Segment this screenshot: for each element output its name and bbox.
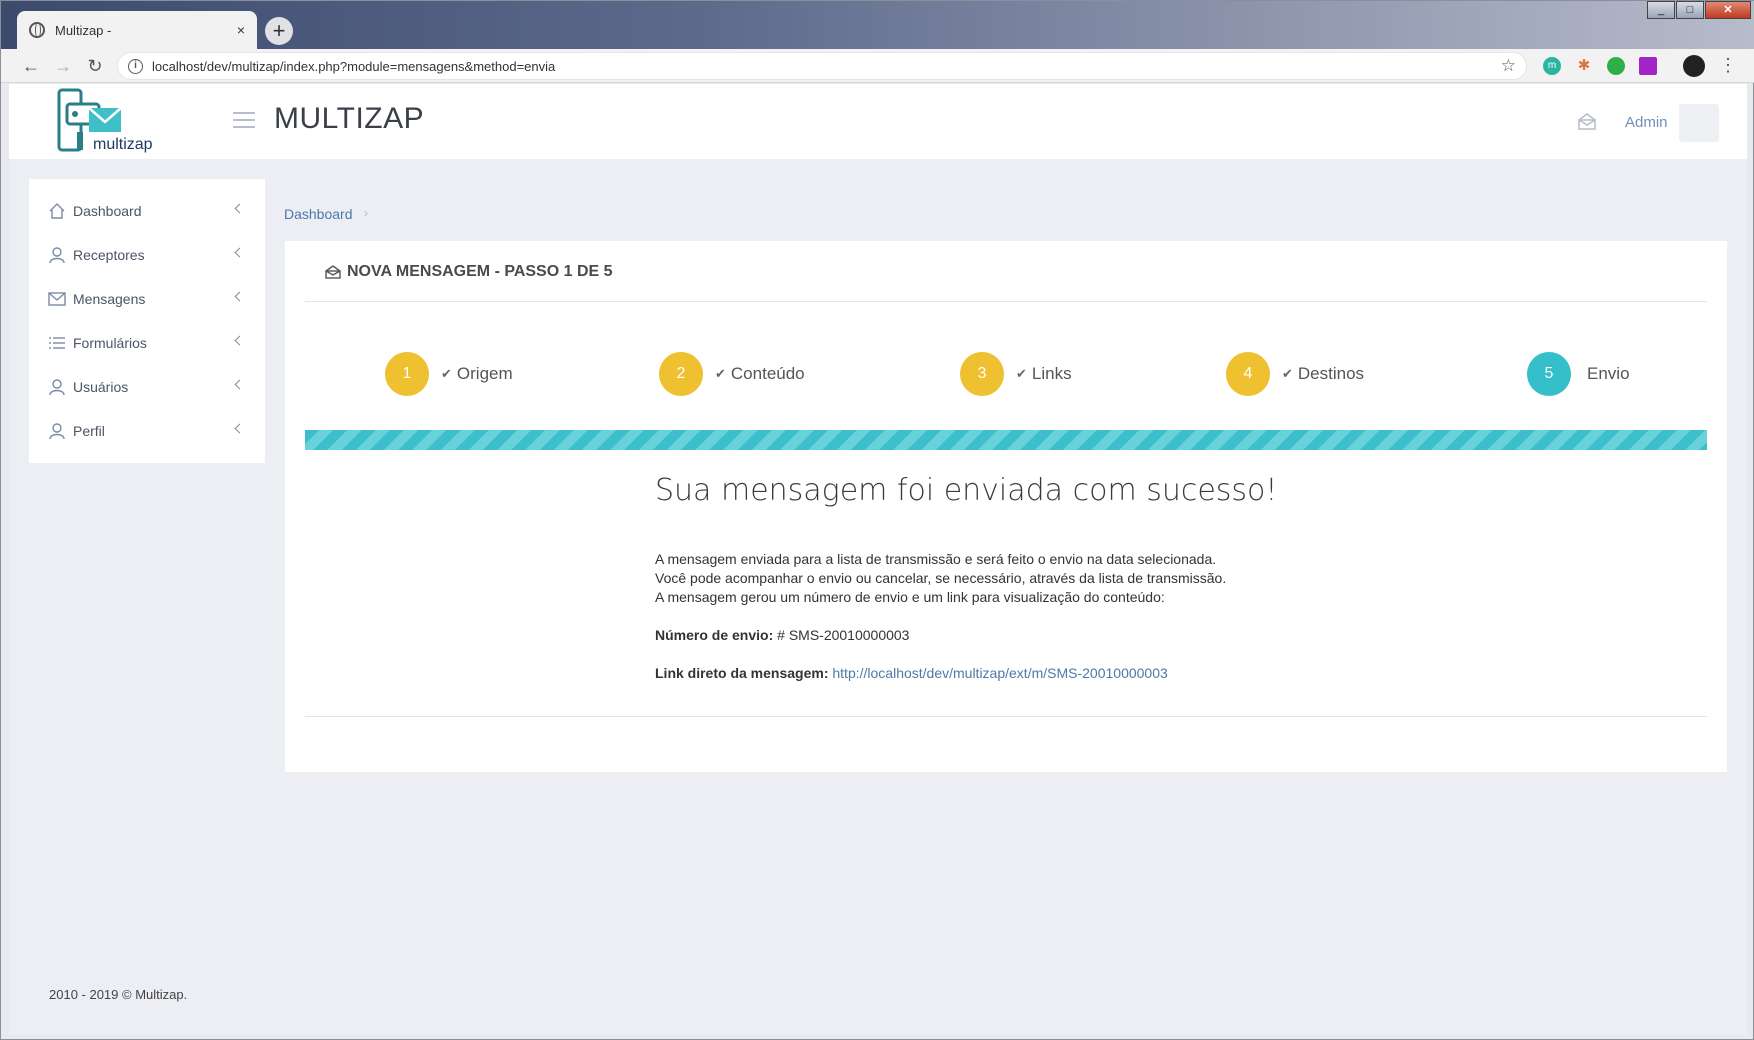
home-icon xyxy=(47,201,67,221)
sidebar-item-label: Mensagens xyxy=(73,291,146,307)
globe-icon xyxy=(29,22,45,38)
sidebar-item-mensagens[interactable]: Mensagens xyxy=(29,277,265,321)
step-conteudo[interactable]: 2 ✔ Conteúdo xyxy=(659,352,805,396)
browser-window: Multizap - × + _ □ ✕ ← → ↻ i localhost/d… xyxy=(0,0,1754,1040)
step-number: 1 xyxy=(385,352,429,396)
info-line: A mensagem enviada para a lista de trans… xyxy=(655,551,1217,567)
chevron-left-icon xyxy=(234,379,245,390)
chevron-left-icon xyxy=(234,291,245,302)
check-icon: ✔ xyxy=(715,366,726,381)
step-origem[interactable]: 1 ✔ Origem xyxy=(385,352,513,396)
step-number: 5 xyxy=(1527,352,1571,396)
bookmark-star-icon[interactable]: ☆ xyxy=(1501,56,1516,76)
breadcrumb-dashboard[interactable]: Dashboard xyxy=(284,206,353,222)
divider xyxy=(305,716,1707,717)
close-window-button[interactable]: ✕ xyxy=(1705,1,1751,19)
browser-toolbar: ← → ↻ i localhost/dev/multizap/index.php… xyxy=(1,49,1754,83)
step-destinos[interactable]: 4 ✔ Destinos xyxy=(1226,352,1364,396)
maximize-button[interactable]: □ xyxy=(1676,1,1704,19)
info-line: A mensagem gerou um número de envio e um… xyxy=(655,589,1165,605)
window-controls: _ □ ✕ xyxy=(1646,1,1751,19)
list-icon xyxy=(47,333,67,353)
evernote-icon[interactable] xyxy=(1607,57,1625,75)
sidebar-item-receptores[interactable]: Receptores xyxy=(29,233,265,277)
inbox-icon xyxy=(325,265,341,279)
step-number: 4 xyxy=(1226,352,1270,396)
reload-icon[interactable]: ↻ xyxy=(83,54,107,78)
check-icon: ✔ xyxy=(1016,366,1027,381)
step-number: 3 xyxy=(960,352,1004,396)
breadcrumb-separator: › xyxy=(364,206,368,220)
sidebar-item-usuarios[interactable]: Usuários xyxy=(29,365,265,409)
browser-titlebar: Multizap - × + _ □ ✕ xyxy=(1,1,1754,49)
inbox-icon[interactable] xyxy=(1577,112,1597,130)
divider xyxy=(305,301,1707,302)
step-links[interactable]: 3 ✔ Links xyxy=(960,352,1072,396)
info-icon[interactable]: i xyxy=(128,59,143,74)
link-direto-url[interactable]: http://localhost/dev/multizap/ext/m/SMS-… xyxy=(832,665,1167,681)
card-title: NOVA MENSAGEM - PASSO 1 DE 5 xyxy=(325,263,613,281)
progress-bar xyxy=(305,430,1707,450)
browser-tab[interactable]: Multizap - × xyxy=(17,11,257,49)
numero-envio-value: # SMS-20010000003 xyxy=(777,627,910,643)
app-header: multizap MULTIZAP Admin xyxy=(9,84,1747,159)
check-icon: ✔ xyxy=(441,366,452,381)
users-icon xyxy=(47,245,67,265)
step-label: Destinos xyxy=(1297,364,1365,383)
profile-avatar[interactable] xyxy=(1683,55,1705,77)
user-name[interactable]: Admin xyxy=(1625,114,1668,131)
sidebar-item-formularios[interactable]: Formulários xyxy=(29,321,265,365)
step-number: 2 xyxy=(659,352,703,396)
extension-rp-icon[interactable] xyxy=(1639,57,1657,75)
envelope-icon xyxy=(47,289,67,309)
card-title-text: NOVA MENSAGEM - PASSO 1 DE 5 xyxy=(347,263,613,280)
wizard-card: NOVA MENSAGEM - PASSO 1 DE 5 1 ✔ Origem … xyxy=(285,241,1727,772)
app-title: MULTIZAP xyxy=(274,102,425,135)
link-direto: Link direto da mensagem: http://localhos… xyxy=(655,664,1555,683)
tab-title: Multizap - xyxy=(55,22,112,38)
sidebar-item-perfil[interactable]: Perfil xyxy=(29,409,265,453)
step-label: Origem xyxy=(456,364,513,383)
check-icon: ✔ xyxy=(1282,366,1293,381)
extension-star-icon[interactable]: ✱ xyxy=(1575,57,1593,75)
sidebar-item-label: Dashboard xyxy=(73,203,142,219)
sidebar-item-label: Receptores xyxy=(73,247,145,263)
sidebar-item-label: Formulários xyxy=(73,335,147,351)
step-label: Envio xyxy=(1587,364,1630,383)
numero-envio-label: Número de envio: xyxy=(655,627,774,643)
numero-envio: Número de envio: # SMS-20010000003 xyxy=(655,626,1555,645)
chevron-left-icon xyxy=(234,203,245,214)
browser-menu-icon[interactable]: ⋮ xyxy=(1719,55,1737,75)
logo-text: multizap xyxy=(93,136,153,153)
address-bar[interactable]: i localhost/dev/multizap/index.php?modul… xyxy=(117,52,1527,80)
minimize-button[interactable]: _ xyxy=(1647,1,1675,19)
link-direto-label: Link direto da mensagem: xyxy=(655,665,829,681)
sidebar-item-dashboard[interactable]: Dashboard xyxy=(29,189,265,233)
sidebar-item-label: Perfil xyxy=(73,423,105,439)
user-icon xyxy=(47,421,67,441)
page: multizap MULTIZAP Admin Dashboard Recept… xyxy=(9,84,1747,1035)
sidebar-item-label: Usuários xyxy=(73,379,129,395)
chevron-left-icon xyxy=(234,423,245,434)
step-label: Links xyxy=(1031,364,1072,383)
new-tab-button[interactable]: + xyxy=(265,17,293,45)
success-message: Sua mensagem foi enviada com sucesso! A … xyxy=(655,473,1555,683)
step-label: Conteúdo xyxy=(730,364,805,383)
user-avatar[interactable] xyxy=(1679,104,1719,142)
tab-close-button[interactable]: × xyxy=(237,22,245,38)
success-title: Sua mensagem foi enviada com sucesso! xyxy=(655,473,1278,508)
footer-copyright: 2010 - 2019 © Multizap. xyxy=(49,987,188,1002)
step-envio[interactable]: 5 Envio xyxy=(1527,352,1630,396)
chevron-left-icon xyxy=(234,335,245,346)
user-icon xyxy=(47,377,67,397)
back-arrow-icon[interactable]: ← xyxy=(19,54,43,78)
sidebar: Dashboard Receptores Mensagens Formulári… xyxy=(29,179,265,463)
hamburger-menu-icon[interactable] xyxy=(233,112,255,128)
chevron-left-icon xyxy=(234,247,245,258)
address-url[interactable]: localhost/dev/multizap/index.php?module=… xyxy=(152,59,555,74)
info-line: Você pode acompanhar o envio ou cancelar… xyxy=(655,570,1227,586)
forward-arrow-icon[interactable]: → xyxy=(51,54,75,78)
extension-m-icon[interactable]: m xyxy=(1543,57,1561,75)
